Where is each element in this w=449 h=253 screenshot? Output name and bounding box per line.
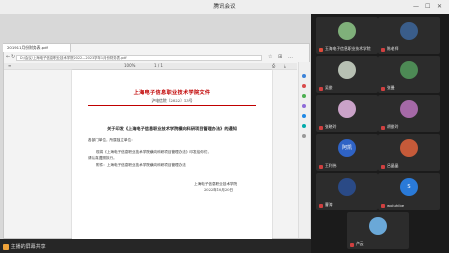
add-icon[interactable]: [302, 134, 306, 138]
avatar: [400, 22, 418, 40]
participant-name: 张晓玲: [325, 124, 337, 129]
participant-name: 曹涛: [325, 202, 333, 207]
contents-icon[interactable]: ≡: [8, 63, 11, 69]
participant-tile[interactable]: 吕晶晶: [378, 134, 440, 171]
avatar: [338, 22, 356, 40]
window-title: 腾讯会议: [213, 4, 236, 10]
salutation: 各部门单位，所属独立单位：: [88, 138, 135, 142]
avatar: [338, 178, 356, 196]
red-divider: [88, 105, 256, 106]
mic-muted-icon: [319, 204, 323, 208]
participant-tile[interactable]: 吴俊: [316, 56, 378, 93]
edge-sidebar: [298, 62, 310, 238]
search-icon[interactable]: [302, 74, 306, 78]
mic-muted-icon: [381, 204, 385, 208]
participant-tile[interactable]: 卢云: [347, 212, 409, 249]
participant-tile[interactable]: 曹涛: [316, 173, 378, 210]
screen-share-label: 主播的屏幕共享: [3, 243, 46, 250]
refresh-icon[interactable]: ↻: [11, 54, 15, 60]
browser-tab[interactable]: 201911月份财务表.pdf: [3, 44, 71, 52]
close-icon[interactable]: ✕: [437, 3, 442, 10]
signature: 上海电子信息职业技术学院: [194, 182, 238, 186]
shopping-icon[interactable]: [302, 84, 306, 88]
avatar: S: [400, 178, 418, 196]
paragraph-1: 现将《上海电子信息职业技术学院横向科研项目管理办法》印发给你们，: [96, 150, 211, 154]
avatar: 阿凯: [338, 139, 356, 157]
collections-icon[interactable]: ⊞: [278, 54, 282, 60]
star-icon[interactable]: ☆: [268, 54, 272, 60]
participant-name: 张曼: [387, 85, 395, 90]
participant-name: 吴俊: [325, 85, 333, 90]
pdf-toolbar: ≡ 100% 1 / 1 ⎙ ⤓: [4, 63, 297, 70]
page-indicator[interactable]: 1 / 1: [154, 63, 163, 69]
share-label-text: 主播的屏幕共享: [10, 244, 46, 250]
save-icon[interactable]: ⤓: [284, 63, 286, 69]
participant-name: woluhibe: [387, 203, 405, 208]
mic-muted-icon: [381, 48, 385, 52]
mic-muted-icon: [319, 87, 323, 91]
participant-tile[interactable]: 玉海电子信息职业技术学院: [316, 17, 378, 54]
attachment: 附件：上海电子信息职业技术学院横向科研项目管理办法: [96, 163, 186, 167]
participant-name: 胡俊玲: [387, 124, 399, 129]
avatar: [400, 139, 418, 157]
doc-header: 上海电子信息职业技术学院文件: [133, 90, 211, 96]
mic-muted-icon: [381, 126, 385, 130]
office-icon[interactable]: [302, 114, 306, 118]
address-bar[interactable]: D:/会议/上海电子信息职业技术学院2022—2023学年1月份财务表.pdf: [16, 55, 262, 61]
pdf-page: 上海电子信息职业技术学院文件 沪电信院〔2022〕13号 关于印发《上海电子信息…: [72, 70, 272, 239]
more-icon[interactable]: …: [288, 54, 293, 60]
outlook-icon[interactable]: [302, 124, 306, 128]
back-icon[interactable]: ←: [6, 54, 10, 60]
avatar: [400, 61, 418, 79]
games-icon[interactable]: [302, 104, 306, 108]
participant-tile[interactable]: 张晓玲: [316, 95, 378, 132]
avatar: [338, 61, 356, 79]
maximize-icon[interactable]: ☐: [425, 3, 430, 10]
participant-tile[interactable]: 阿凯王利伟: [316, 134, 378, 171]
doc-number: 沪电信院〔2022〕13号: [151, 98, 193, 103]
mic-muted-icon: [319, 165, 323, 169]
doc-title: 关于印发《上海电子信息职业技术学院横向科研项目管理办法》的通知: [107, 126, 237, 131]
minimize-icon[interactable]: —: [413, 3, 419, 10]
participant-name: 王利伟: [325, 163, 337, 168]
participant-tile[interactable]: 张曼: [378, 56, 440, 93]
participant-name: 吕晶晶: [387, 163, 399, 168]
mic-muted-icon: [381, 87, 385, 91]
mic-muted-icon: [350, 243, 354, 247]
mic-muted-icon: [319, 48, 323, 52]
paragraph-2: 请认真遵照执行。: [88, 156, 117, 160]
participant-tile[interactable]: Swoluhibe: [378, 173, 440, 210]
avatar: [369, 217, 387, 235]
tools-icon[interactable]: [302, 94, 306, 98]
avatar: [338, 100, 356, 118]
mic-muted-icon: [319, 126, 323, 130]
avatar: [400, 100, 418, 118]
participant-tile[interactable]: 胡俊玲: [378, 95, 440, 132]
mic-muted-icon: [381, 165, 385, 169]
share-icon: [3, 243, 9, 250]
zoom-level[interactable]: 100%: [124, 63, 135, 69]
doc-date: 2022年10月20日: [204, 188, 234, 192]
participant-name: 卢云: [356, 241, 364, 246]
participant-name: 玉海电子信息职业技术学院: [325, 46, 371, 51]
print-icon[interactable]: ⎙: [272, 63, 275, 69]
bottom-bar: [0, 239, 311, 253]
participant-tile[interactable]: 陈老师: [378, 17, 440, 54]
participant-name: 陈老师: [387, 46, 399, 51]
